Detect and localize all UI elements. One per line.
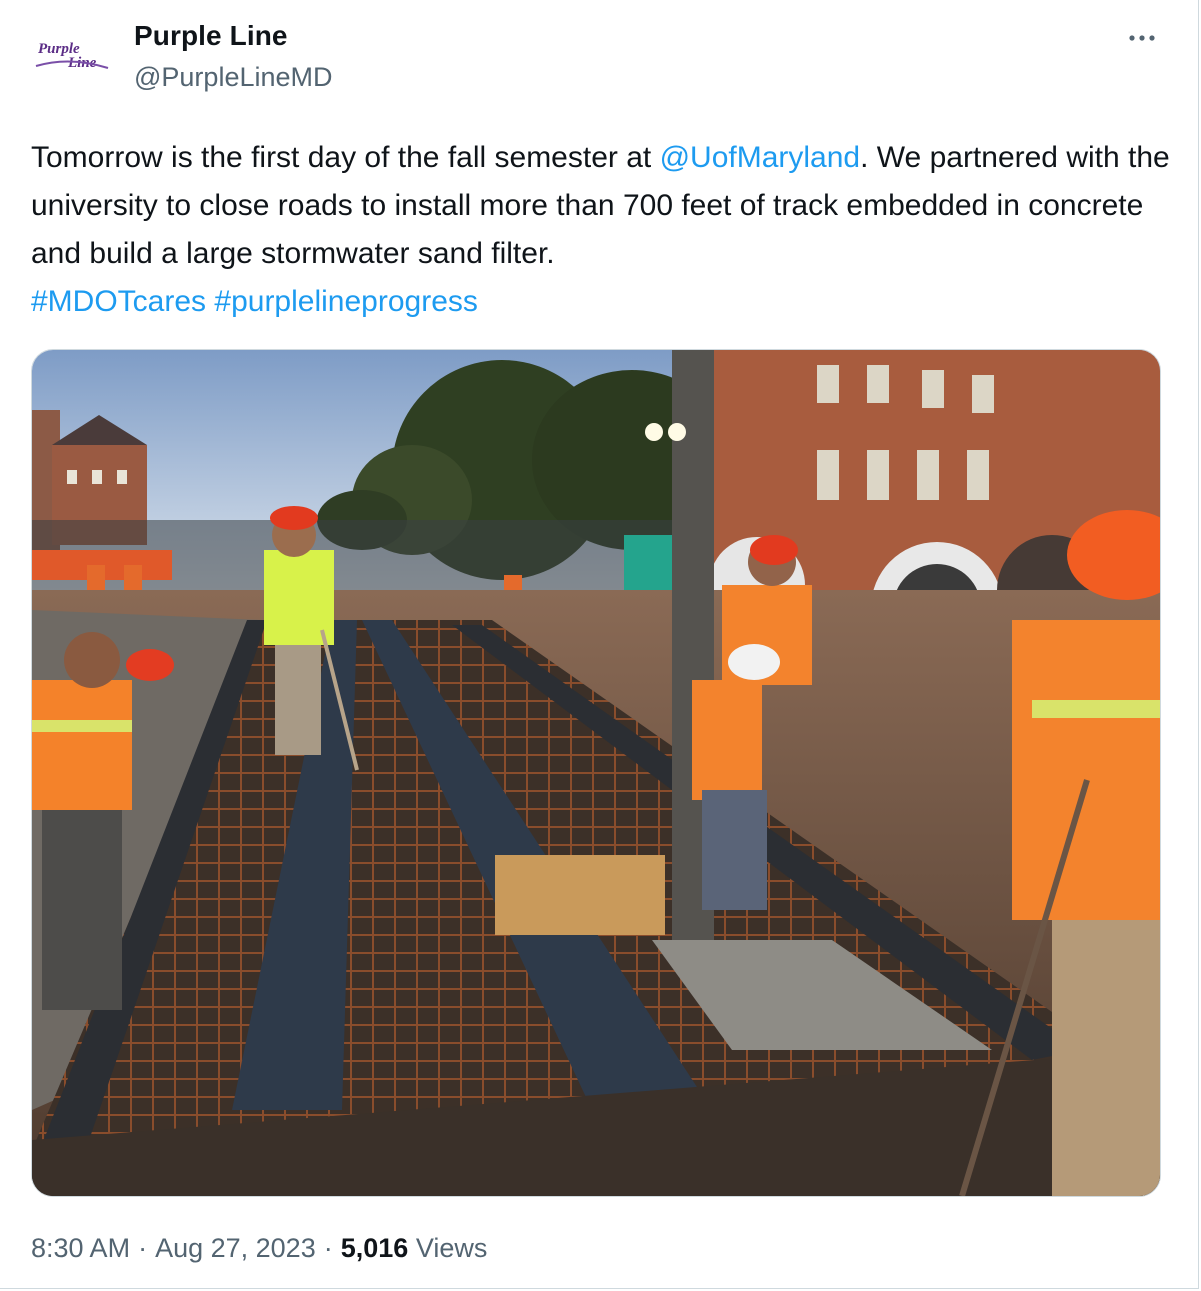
mention-link[interactable]: @UofMaryland <box>660 141 861 174</box>
tweet-text-part1: Tomorrow is the first day of the fall se… <box>31 141 660 174</box>
views-label: Views <box>415 1233 488 1263</box>
separator-dot: · <box>138 1233 148 1263</box>
tweet-photo[interactable] <box>31 349 1161 1197</box>
handle[interactable]: @PurpleLineMD <box>134 62 333 93</box>
tweet-text: Tomorrow is the first day of the fall se… <box>31 134 1171 326</box>
tweet-time[interactable]: 8:30 AM <box>31 1233 130 1263</box>
hashtag-link-mdotcares[interactable]: #MDOTcares <box>31 285 206 318</box>
tweet-card: Purple Line Purple Line @PurpleLineMD To… <box>0 0 1199 1289</box>
display-name[interactable]: Purple Line <box>134 20 288 52</box>
tweet-date[interactable]: Aug 27, 2023 <box>155 1233 316 1263</box>
hashtag-link-purplelineprogress[interactable]: #purplelineprogress <box>214 285 478 318</box>
views-count: 5,016 <box>340 1233 409 1263</box>
avatar[interactable]: Purple Line <box>30 26 114 92</box>
purple-line-logo: Purple Line <box>35 41 109 71</box>
more-horizontal-icon[interactable] <box>1122 22 1162 54</box>
separator-dot: · <box>323 1233 333 1263</box>
tweet-meta: 8:30 AM · Aug 27, 2023 · 5,016 Views <box>31 1233 487 1264</box>
